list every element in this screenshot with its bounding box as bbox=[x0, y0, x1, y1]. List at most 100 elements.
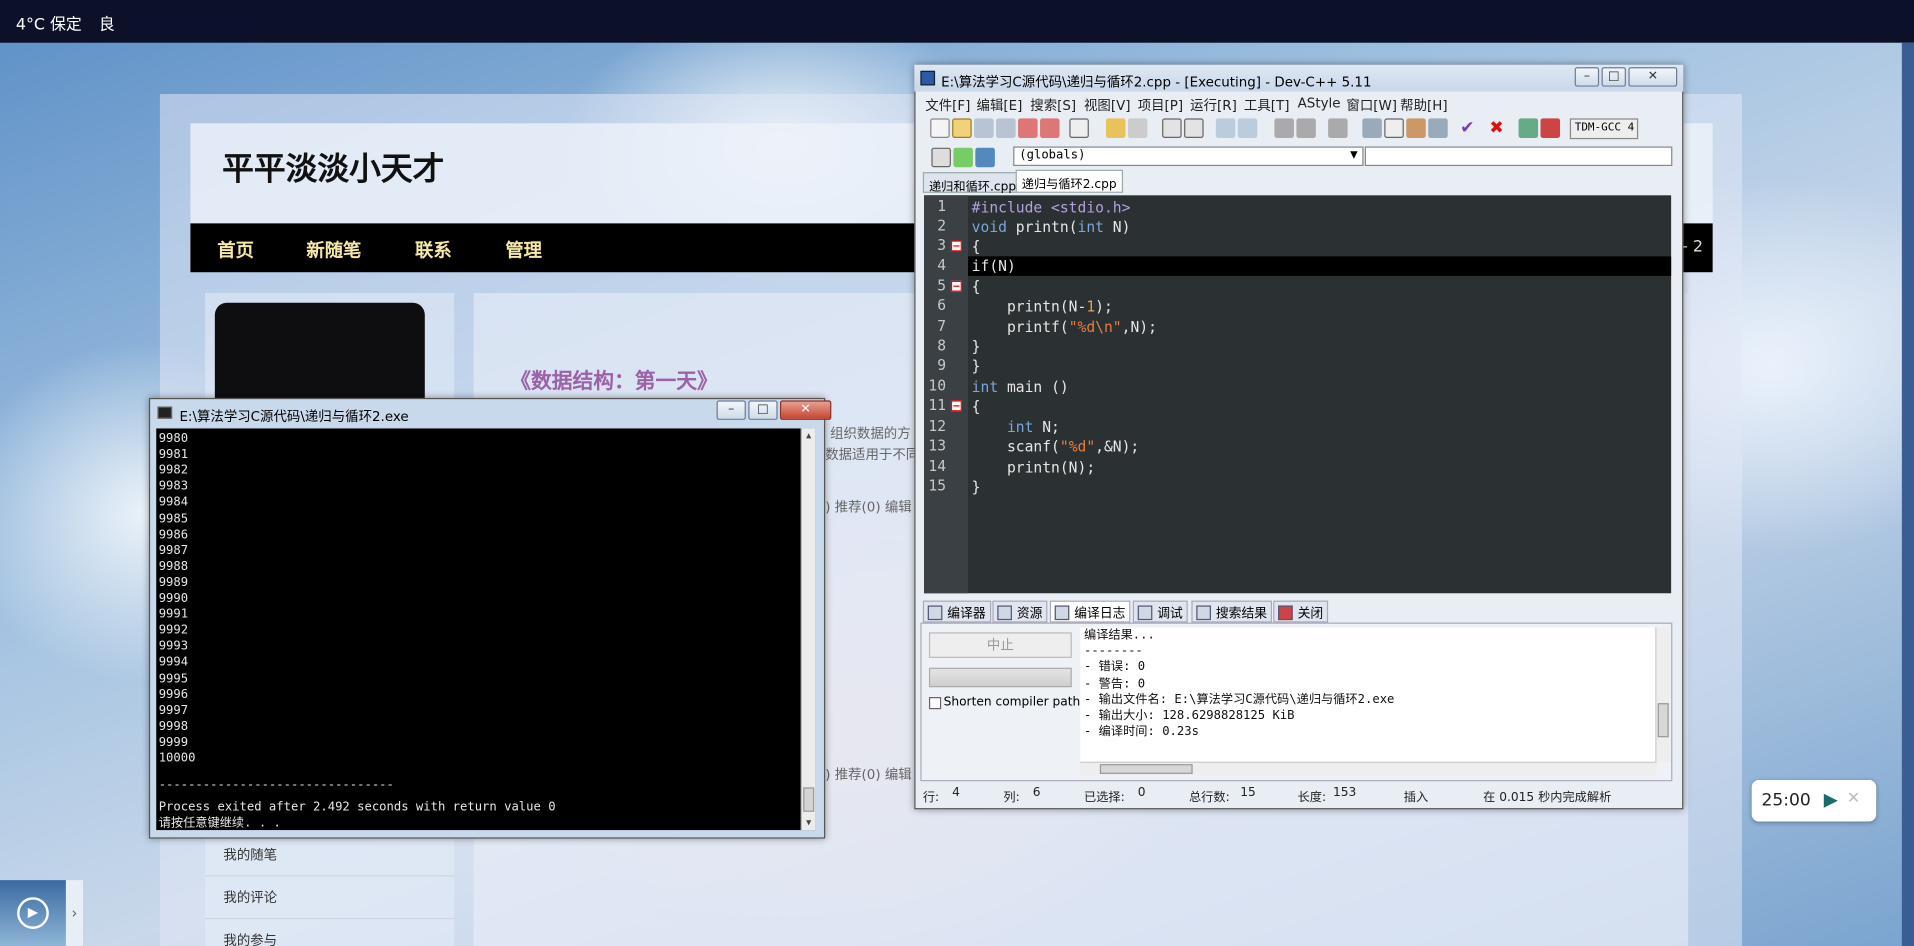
cancel-icon[interactable]: ✖ bbox=[1487, 118, 1507, 138]
log-line: - 错误: 0 bbox=[1083, 660, 1146, 675]
console-scrollbar[interactable]: ▲ ▼ bbox=[800, 428, 816, 831]
tab-close[interactable]: 关闭 bbox=[1273, 600, 1329, 623]
nav-admin[interactable]: 管理 bbox=[505, 237, 542, 263]
fold-icon[interactable] bbox=[950, 280, 962, 292]
forward-icon[interactable] bbox=[1296, 118, 1316, 138]
side-link-comments[interactable]: 我的评论 bbox=[205, 876, 455, 920]
nav-home[interactable]: 首页 bbox=[217, 237, 254, 263]
fold-icon[interactable] bbox=[950, 400, 962, 412]
media-thumbnail[interactable]: ▶ bbox=[0, 880, 66, 946]
log-hscrollbar[interactable] bbox=[1080, 761, 1657, 776]
code-line-12: int N; bbox=[971, 418, 1060, 436]
log-vscrollbar[interactable] bbox=[1655, 627, 1670, 762]
abort-button[interactable]: 中止 bbox=[928, 632, 1072, 658]
chart-icon[interactable] bbox=[1518, 118, 1539, 138]
tab-compiler[interactable]: 编译器 bbox=[922, 600, 991, 623]
nav-new-post[interactable]: 新随笔 bbox=[306, 237, 361, 263]
log-line: - 警告: 0 bbox=[1083, 677, 1146, 691]
menu-window[interactable]: 窗口[W] bbox=[1346, 95, 1397, 115]
tab-resources[interactable]: 资源 bbox=[992, 600, 1048, 623]
window-icon[interactable] bbox=[1384, 118, 1404, 138]
tab-file-1[interactable]: 递归和循环.cpp bbox=[922, 172, 1023, 194]
menu-search[interactable]: 搜索[S] bbox=[1030, 95, 1076, 115]
menu-help[interactable]: 帮助[H] bbox=[1400, 95, 1447, 115]
print-icon[interactable] bbox=[1069, 118, 1089, 138]
scroll-thumb[interactable] bbox=[803, 787, 815, 812]
chevron-right-icon[interactable]: › bbox=[65, 880, 84, 946]
minimize-icon[interactable]: – bbox=[1574, 67, 1600, 87]
undo-icon[interactable] bbox=[1105, 118, 1126, 138]
menu-project[interactable]: 项目[P] bbox=[1138, 95, 1183, 115]
maximize-icon[interactable]: □ bbox=[748, 400, 778, 420]
console-line: 9996 bbox=[158, 687, 189, 702]
profile-icon[interactable] bbox=[1540, 118, 1561, 138]
maximize-icon[interactable]: □ bbox=[1601, 67, 1626, 87]
open-file-icon[interactable] bbox=[952, 118, 972, 138]
avatar bbox=[214, 302, 425, 413]
menu-bar: 文件[F] 编辑[E] 搜索[S] 视图[V] 项目[P] 运行[R] 工具[T… bbox=[920, 94, 1677, 115]
line-number: 4 bbox=[937, 256, 947, 274]
tab-compile-log[interactable]: 编译日志 bbox=[1049, 600, 1131, 623]
blog-title[interactable]: 平平淡淡小天才 bbox=[222, 144, 444, 189]
post-meta-1[interactable]: ) 推荐(0) 编辑 bbox=[825, 497, 912, 517]
globals-select[interactable]: (globals) bbox=[1013, 146, 1364, 167]
close-icon[interactable]: ✕ bbox=[780, 400, 832, 420]
side-link-participation[interactable]: 我的参与 bbox=[205, 919, 454, 946]
menu-view[interactable]: 视图[V] bbox=[1084, 95, 1131, 115]
close-icon[interactable]: ✕ bbox=[1628, 67, 1678, 87]
new-project-icon[interactable] bbox=[1362, 118, 1382, 138]
tab-file-2[interactable]: 递归与循环2.cpp bbox=[1015, 169, 1123, 193]
log-hscroll-thumb[interactable] bbox=[1099, 764, 1193, 774]
shorten-paths-checkbox[interactable] bbox=[928, 697, 942, 710]
scroll-up-icon[interactable]: ▲ bbox=[802, 428, 815, 443]
close-icon[interactable]: ✕ bbox=[1847, 790, 1860, 808]
close-all-icon[interactable] bbox=[1040, 118, 1060, 138]
side-link-posts[interactable]: 我的随笔 bbox=[205, 834, 455, 877]
compiler-select[interactable]: TDM-GCC 4 bbox=[1569, 117, 1639, 139]
post-title[interactable]: 《数据结构：第一天》 bbox=[510, 364, 718, 394]
redo-icon[interactable] bbox=[1127, 118, 1148, 138]
console-title: E:\算法学习C源代码\递归与循环2.exe bbox=[179, 408, 409, 425]
save-icon[interactable] bbox=[974, 118, 994, 138]
goto-icon[interactable] bbox=[953, 147, 973, 168]
check-icon[interactable]: ✔ bbox=[1458, 118, 1478, 138]
close-file-icon[interactable] bbox=[1018, 118, 1038, 138]
fold-icon[interactable] bbox=[950, 240, 962, 252]
replace-icon[interactable] bbox=[1184, 118, 1204, 138]
menu-run[interactable]: 运行[R] bbox=[1190, 95, 1237, 115]
bookmark-icon[interactable] bbox=[1328, 118, 1348, 138]
console-app-icon bbox=[157, 406, 173, 419]
minimize-icon[interactable]: – bbox=[716, 400, 746, 420]
save-all-icon[interactable] bbox=[996, 118, 1016, 138]
devcpp-title: E:\算法学习C源代码\递归与循环2.cpp - [Executing] - D… bbox=[941, 74, 1372, 91]
log-vscroll-thumb[interactable] bbox=[1657, 703, 1669, 738]
nav-contact[interactable]: 联系 bbox=[415, 237, 452, 263]
insert-icon[interactable] bbox=[931, 147, 951, 168]
unindent-icon[interactable] bbox=[1237, 118, 1258, 138]
bookmark-toggle-icon[interactable] bbox=[975, 147, 995, 168]
line-number: 10 bbox=[928, 377, 947, 395]
play-icon[interactable]: ▶ bbox=[17, 897, 49, 929]
chevron-down-icon[interactable]: ▼ bbox=[1350, 149, 1358, 160]
menu-tools[interactable]: 工具[T] bbox=[1244, 95, 1290, 115]
play-icon[interactable]: ▶ bbox=[1824, 789, 1838, 811]
scroll-down-icon[interactable]: ▼ bbox=[802, 815, 815, 830]
back-icon[interactable] bbox=[1274, 118, 1294, 138]
console-output[interactable]: ▲ ▼ 9980 9981 9982 9983 9984 9985 9986 9987 9988… bbox=[156, 428, 816, 831]
menu-file[interactable]: 文件[F] bbox=[925, 95, 970, 115]
tab-debug[interactable]: 调试 bbox=[1132, 600, 1188, 623]
new-file-icon[interactable] bbox=[930, 118, 950, 138]
post-meta-2[interactable]: ) 推荐(0) 编辑 bbox=[825, 764, 912, 784]
menu-edit[interactable]: 编辑[E] bbox=[977, 95, 1023, 115]
indent-icon[interactable] bbox=[1215, 118, 1236, 138]
class-icon[interactable] bbox=[1406, 118, 1426, 138]
function-select[interactable] bbox=[1364, 146, 1673, 167]
tab-search-results[interactable]: 搜索结果 bbox=[1191, 600, 1272, 623]
console-line: 9982 bbox=[158, 464, 189, 478]
find-icon[interactable] bbox=[1162, 118, 1182, 138]
grid-icon[interactable] bbox=[1428, 118, 1448, 138]
menu-astyle[interactable]: AStyle bbox=[1298, 95, 1341, 111]
compile-log[interactable]: 编译结果... -------- - 错误: 0 - 警告: 0 - 输出文件名: E:… bbox=[1080, 627, 1657, 762]
code-line-9: } bbox=[971, 357, 981, 375]
status-len: 153 bbox=[1333, 786, 1357, 800]
